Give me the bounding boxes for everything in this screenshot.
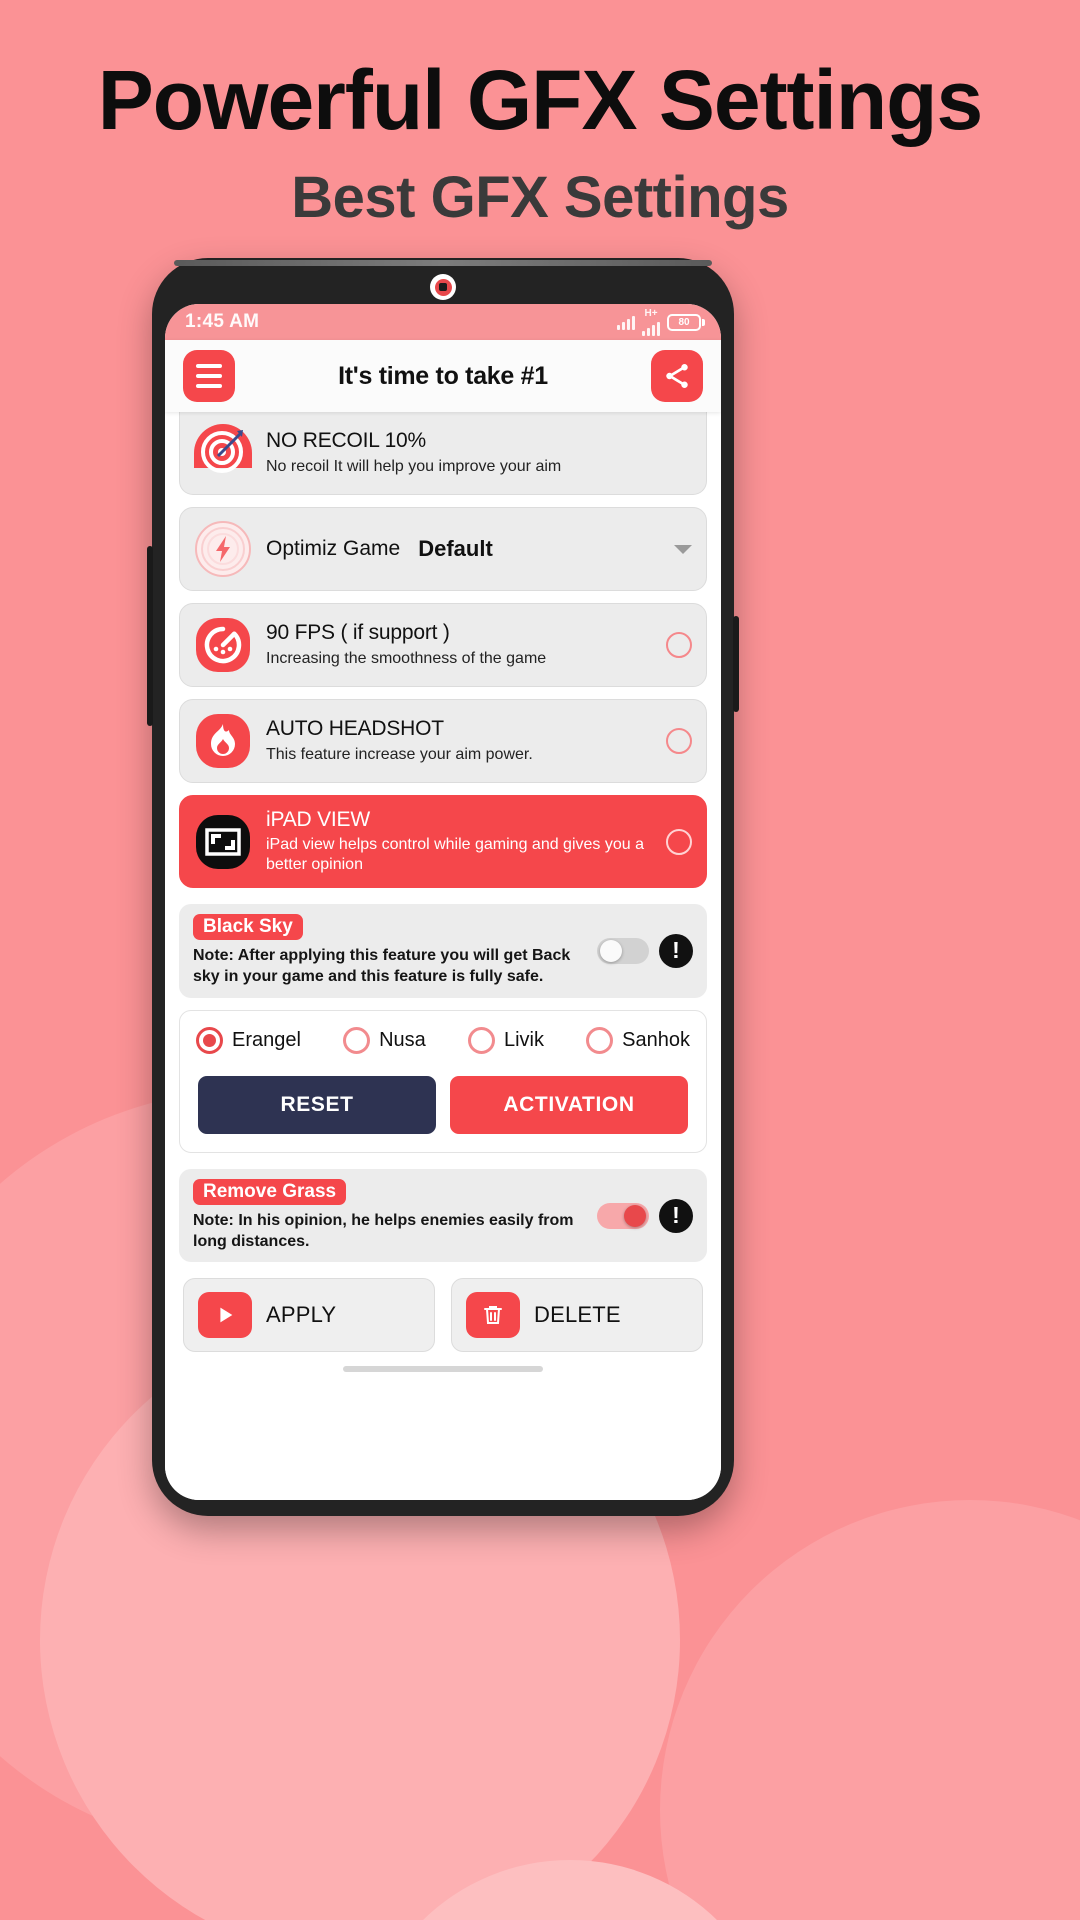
phone-mockup: 1:45 AM H+ 80 It's time to take #1 NO RE… bbox=[147, 258, 739, 1516]
delete-button[interactable]: DELETE bbox=[451, 1278, 703, 1353]
info-icon[interactable]: ! bbox=[659, 1198, 693, 1233]
map-label: Livik bbox=[503, 1028, 544, 1051]
map-label: Erangel bbox=[232, 1028, 301, 1051]
feature-radio-90-fps[interactable] bbox=[666, 632, 692, 658]
status-icons: H+ 80 bbox=[617, 307, 705, 336]
phone-volume-button bbox=[733, 616, 739, 712]
feature-card-no-recoil[interactable]: NO RECOIL 10% No recoil It will help you… bbox=[179, 412, 707, 495]
optimiz-label: Optimiz Game bbox=[266, 537, 401, 560]
hamburger-menu-icon[interactable] bbox=[183, 350, 235, 402]
reset-button[interactable]: RESET bbox=[198, 1075, 436, 1134]
network-type-indicator: H+ bbox=[642, 307, 660, 336]
status-time: 1:45 AM bbox=[185, 311, 260, 332]
activation-button[interactable]: ACTIVATION bbox=[450, 1075, 688, 1134]
feature-card-auto-headshot[interactable]: AUTO HEADSHOT This feature increase your… bbox=[179, 699, 707, 783]
black-sky-note: Note: After applying this feature you wi… bbox=[193, 947, 571, 985]
flame-icon bbox=[194, 712, 252, 770]
feature-title: 90 FPS ( if support ) bbox=[266, 621, 450, 645]
status-bar: 1:45 AM H+ 80 bbox=[165, 304, 721, 340]
promo-text-block: Powerful GFX Settings Best GFX Settings bbox=[0, 56, 1080, 231]
action-button-row: APPLY DELETE bbox=[179, 1278, 707, 1353]
feature-subtitle: No recoil It will help you improve your … bbox=[266, 457, 562, 475]
remove-grass-note-card: Remove Grass Note: In his opinion, he he… bbox=[179, 1168, 707, 1263]
delete-label: DELETE bbox=[534, 1302, 621, 1328]
feature-subtitle: Increasing the smoothness of the game bbox=[266, 649, 547, 667]
feature-radio-auto-headshot[interactable] bbox=[666, 728, 692, 754]
settings-list: NO RECOIL 10% No recoil It will help you… bbox=[165, 412, 721, 1500]
trash-icon bbox=[466, 1292, 520, 1339]
apply-button[interactable]: APPLY bbox=[183, 1278, 435, 1353]
map-option-nusa[interactable]: Nusa bbox=[343, 1026, 426, 1054]
home-indicator bbox=[343, 1366, 543, 1373]
remove-grass-toggle[interactable] bbox=[597, 1202, 649, 1229]
feature-subtitle: This feature increase your aim power. bbox=[266, 745, 533, 763]
promo-headline: Powerful GFX Settings bbox=[97, 53, 983, 147]
map-selection-panel: Erangel Nusa Livik Sanhok RESET ACTIVATI… bbox=[179, 1009, 707, 1153]
page-title: It's time to take #1 bbox=[338, 361, 548, 390]
map-radio-group: Erangel Nusa Livik Sanhok bbox=[192, 1026, 694, 1054]
background-blob-right bbox=[660, 1500, 1080, 1920]
feature-card-ipad-view[interactable]: iPAD VIEW iPad view helps control while … bbox=[179, 795, 707, 889]
feature-radio-ipad-view[interactable] bbox=[666, 828, 692, 855]
phone-power-button bbox=[147, 546, 153, 726]
black-sky-toggle[interactable] bbox=[597, 937, 649, 964]
signal-bars-icon bbox=[617, 314, 635, 330]
black-sky-note-card: Black Sky Note: After applying this feat… bbox=[179, 904, 707, 998]
radio-sanhok-icon[interactable] bbox=[586, 1026, 614, 1054]
panel-button-row: RESET ACTIVATION bbox=[192, 1075, 694, 1134]
phone-screen: 1:45 AM H+ 80 It's time to take #1 NO RE… bbox=[165, 304, 721, 1500]
map-option-erangel[interactable]: Erangel bbox=[196, 1026, 301, 1054]
map-label: Nusa bbox=[379, 1028, 426, 1051]
target-icon bbox=[194, 424, 252, 482]
play-icon bbox=[198, 1292, 252, 1339]
remove-grass-badge: Remove Grass bbox=[193, 1178, 347, 1205]
remove-grass-note: Note: In his opinion, he helps enemies e… bbox=[193, 1211, 574, 1250]
feature-title: iPAD VIEW bbox=[266, 808, 370, 831]
map-label: Sanhok bbox=[622, 1028, 690, 1051]
optimiz-game-row[interactable]: Optimiz Game Default bbox=[179, 507, 707, 591]
info-icon[interactable]: ! bbox=[659, 933, 693, 968]
network-type-label: H+ bbox=[644, 307, 658, 319]
map-option-sanhok[interactable]: Sanhok bbox=[586, 1026, 690, 1054]
front-camera-icon bbox=[430, 274, 456, 300]
feature-title: NO RECOIL 10% bbox=[266, 429, 427, 453]
radio-erangel-icon[interactable] bbox=[196, 1026, 223, 1054]
promo-subheadline: Best GFX Settings bbox=[291, 165, 789, 231]
optimiz-selected-value: Default bbox=[418, 536, 493, 561]
signal-bars-secondary-icon bbox=[642, 320, 660, 336]
feature-title: AUTO HEADSHOT bbox=[266, 717, 444, 741]
battery-level-label: 80 bbox=[678, 316, 690, 328]
speedometer-icon bbox=[194, 616, 252, 674]
black-sky-badge: Black Sky bbox=[193, 914, 303, 941]
battery-icon: 80 bbox=[667, 313, 705, 331]
app-bar: It's time to take #1 bbox=[165, 340, 721, 412]
expand-screen-icon bbox=[194, 813, 252, 871]
feature-card-90-fps[interactable]: 90 FPS ( if support ) Increasing the smo… bbox=[179, 603, 707, 687]
share-icon[interactable] bbox=[651, 350, 703, 402]
radio-nusa-icon[interactable] bbox=[343, 1026, 371, 1054]
lightning-bolt-icon bbox=[194, 520, 252, 578]
map-option-livik[interactable]: Livik bbox=[467, 1026, 544, 1054]
apply-label: APPLY bbox=[266, 1302, 337, 1328]
feature-subtitle: iPad view helps control while gaming and… bbox=[266, 836, 644, 874]
radio-livik-icon[interactable] bbox=[467, 1026, 495, 1054]
chevron-down-icon[interactable] bbox=[674, 544, 692, 554]
